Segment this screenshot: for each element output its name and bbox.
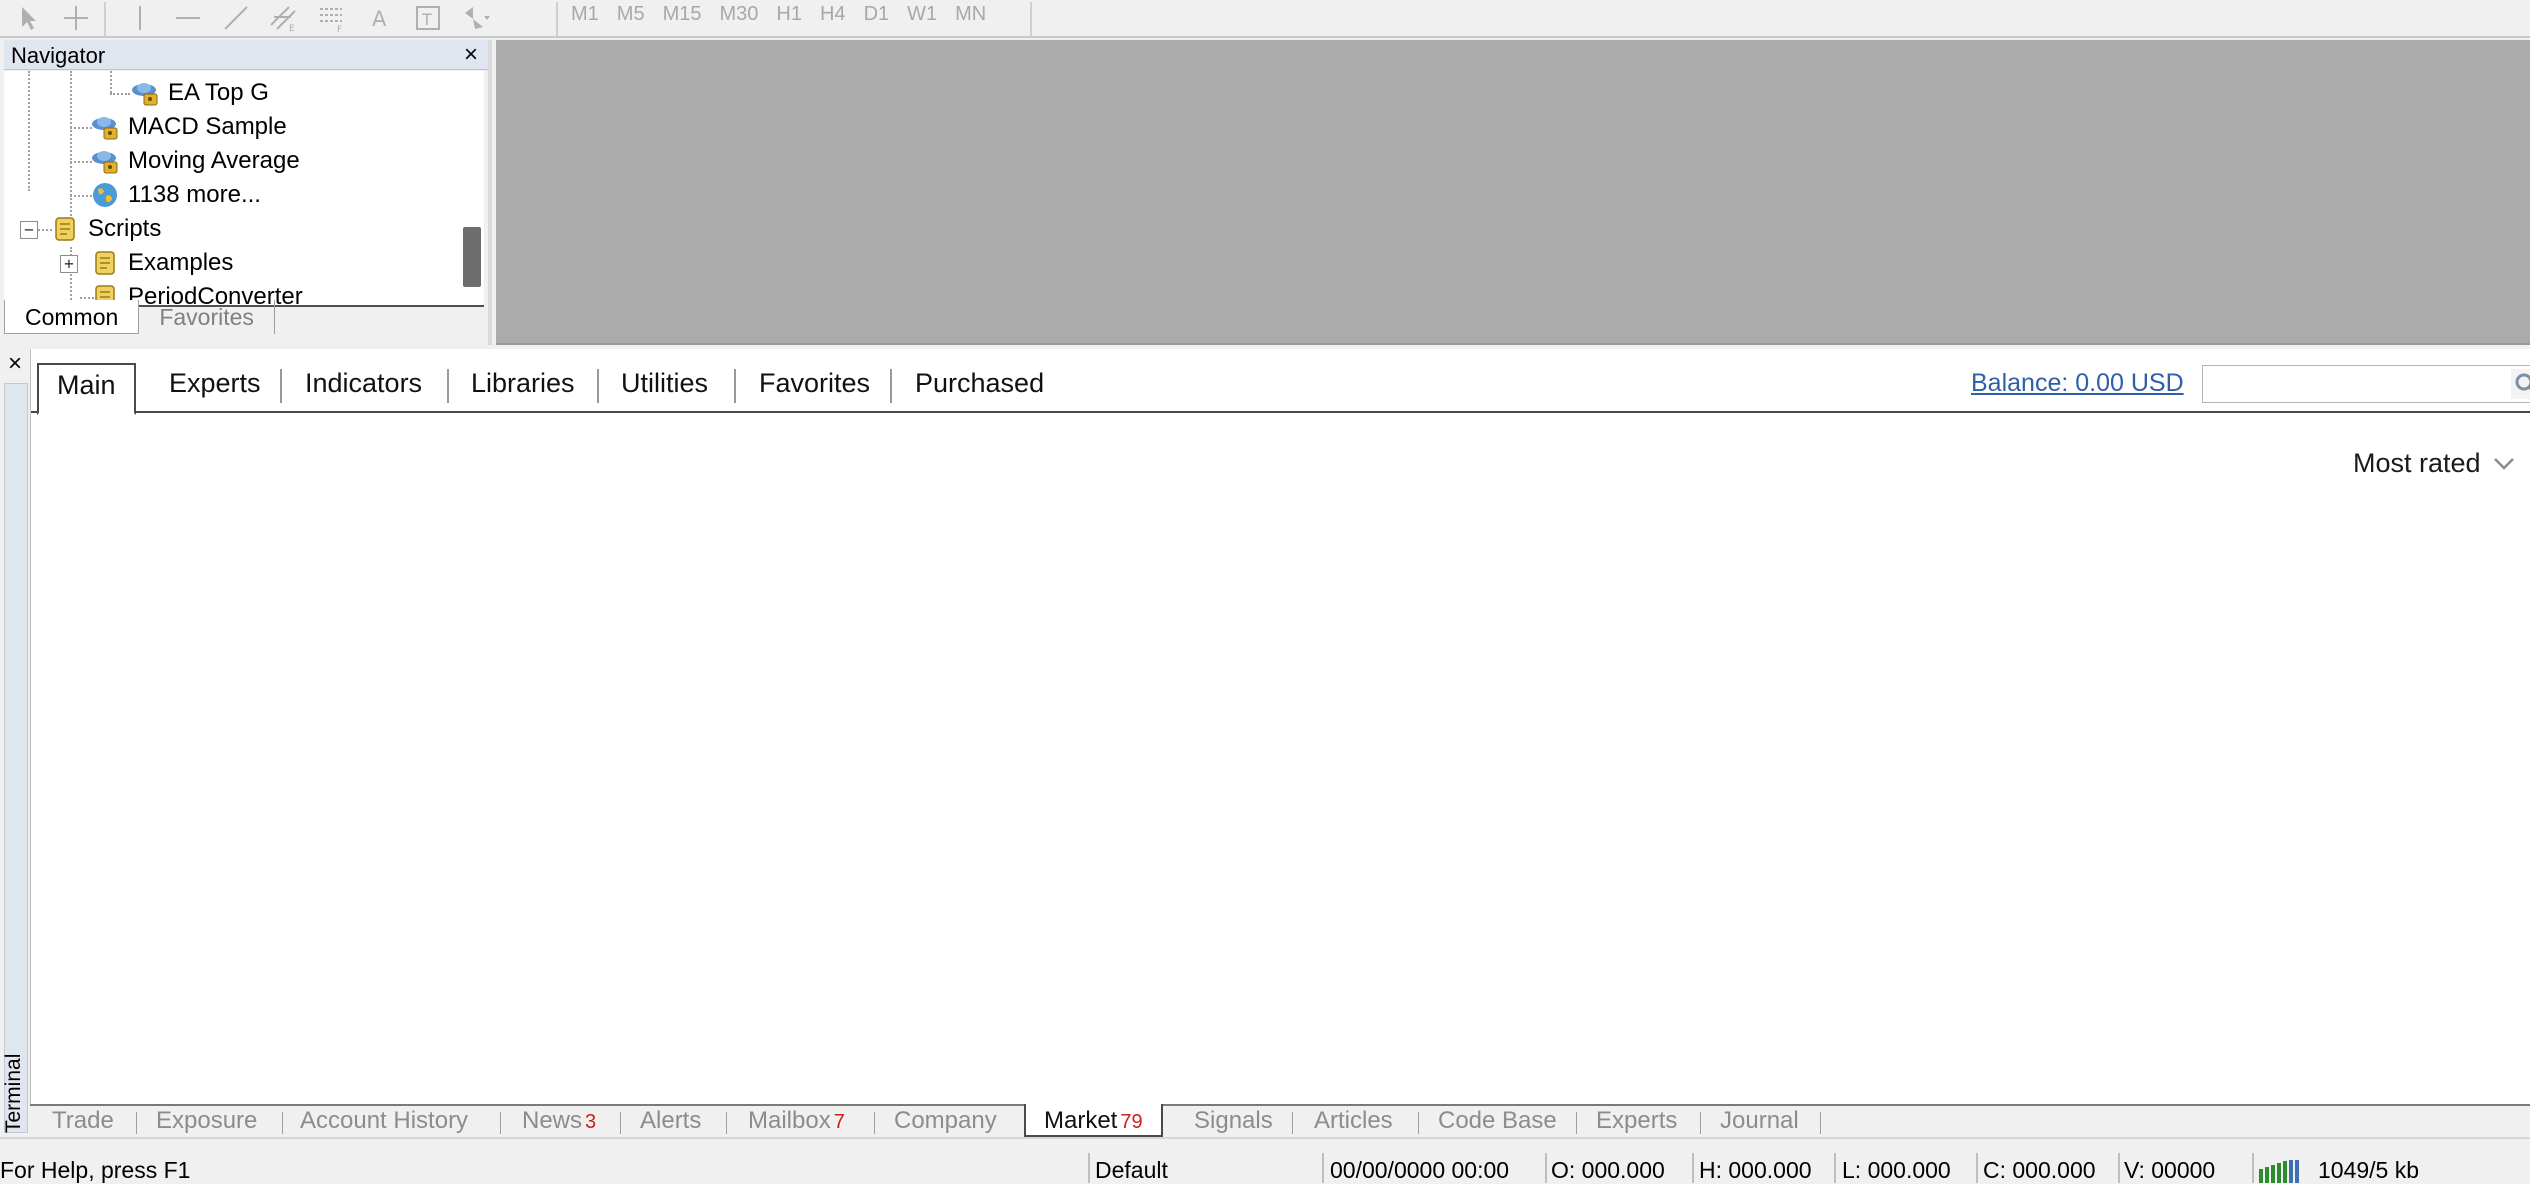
timeframe-m15[interactable]: M15	[654, 0, 711, 36]
status-high: H: 000.000	[1699, 1157, 1812, 1183]
status-profile[interactable]: Default	[1095, 1157, 1168, 1184]
status-help-text: For Help, press F1	[0, 1157, 191, 1183]
script-icon	[88, 246, 122, 280]
balance-link[interactable]: Balance: 0.00 USD	[1971, 369, 2184, 398]
expert-advisor-icon	[88, 144, 122, 178]
navigator-close-button[interactable]: ×	[464, 40, 478, 70]
navigator-header: Navigator ×	[4, 40, 488, 70]
market-tabbar: Main Experts Indicators Libraries Utilit…	[31, 349, 2530, 415]
svg-text:E: E	[289, 24, 295, 33]
timeframe-mn[interactable]: MN	[946, 0, 995, 36]
status-datetime: 00/00/0000 00:00	[1330, 1157, 1510, 1183]
terminal-tab-journal[interactable]: Journal	[1720, 1106, 1799, 1136]
status-volume: V: 00000	[2124, 1157, 2216, 1183]
news-badge: 3	[585, 1111, 597, 1133]
terminal-tab-market[interactable]: Market 79	[1024, 1104, 1163, 1137]
timeframe-m5[interactable]: M5	[608, 0, 654, 36]
vertical-line-icon[interactable]	[116, 0, 164, 36]
tree-item-examples[interactable]: Examples	[88, 246, 233, 280]
globe-icon	[88, 178, 122, 212]
terminal-tab-articles[interactable]: Articles	[1314, 1106, 1393, 1136]
search-icon[interactable]	[2511, 369, 2530, 399]
timeframe-h4[interactable]: H4	[811, 0, 855, 36]
connection-status-icon[interactable]	[2258, 1159, 2302, 1183]
text-label-icon[interactable]: T	[404, 0, 452, 36]
timeframe-d1[interactable]: D1	[855, 0, 899, 36]
terminal-tab-mailbox[interactable]: Mailbox 7	[748, 1106, 845, 1136]
script-icon	[48, 212, 82, 246]
terminal-tab-account-history[interactable]: Account History	[300, 1106, 468, 1136]
terminal-label: Terminal	[2, 1053, 25, 1133]
mailbox-badge: 7	[833, 1111, 845, 1133]
sort-dropdown[interactable]: Most rated	[2353, 448, 2515, 479]
market-tab-experts[interactable]: Experts	[169, 363, 261, 413]
navigator-tree: EA Top G MACD Sample Moving Average 1138…	[4, 71, 484, 307]
terminal-tab-company[interactable]: Company	[894, 1106, 997, 1136]
status-low: L: 000.000	[1842, 1157, 1951, 1183]
tree-item-more[interactable]: 1138 more...	[88, 178, 261, 212]
market-badge: 79	[1120, 1111, 1143, 1133]
terminal-tab-experts[interactable]: Experts	[1596, 1106, 1677, 1136]
drawing-tools: E F A T	[4, 0, 500, 36]
timeframe-w1[interactable]: W1	[898, 0, 946, 36]
navigator-scrollbar[interactable]	[460, 71, 484, 305]
expand-examples-button[interactable]: +	[60, 255, 78, 273]
terminal-drag-handle[interactable]	[4, 383, 28, 1133]
trendline-icon[interactable]	[212, 0, 260, 36]
timeframe-m1[interactable]: M1	[562, 0, 608, 36]
status-bar: For Help, press F1 Default 00/00/0000 00…	[0, 1137, 2530, 1184]
cursor-icon[interactable]	[4, 0, 52, 36]
tree-item-ea-top-g[interactable]: EA Top G	[128, 76, 269, 110]
terminal-panel: × Terminal Main Experts Indicators Libra…	[0, 349, 2530, 1137]
tree-item-scripts[interactable]: Scripts	[48, 212, 161, 246]
svg-text:F: F	[337, 25, 342, 33]
tree-item-macd-sample[interactable]: MACD Sample	[88, 110, 287, 144]
expert-advisor-icon	[128, 76, 162, 110]
status-close: C: 000.000	[1983, 1157, 2096, 1183]
scrollbar-thumb[interactable]	[463, 227, 481, 287]
timeframe-m30[interactable]: M30	[711, 0, 768, 36]
expert-advisor-icon	[88, 110, 122, 144]
market-tab-favorites[interactable]: Favorites	[759, 363, 870, 413]
terminal-tab-trade[interactable]: Trade	[52, 1106, 114, 1136]
chart-workspace[interactable]	[496, 40, 2530, 345]
terminal-tab-signals[interactable]: Signals	[1194, 1106, 1273, 1136]
svg-text:A: A	[372, 7, 387, 31]
market-panel: Main Experts Indicators Libraries Utilit…	[30, 349, 2530, 1104]
tab-common[interactable]: Common	[4, 300, 140, 334]
terminal-close-button[interactable]: ×	[2, 349, 28, 379]
terminal-tab-alerts[interactable]: Alerts	[640, 1106, 701, 1136]
market-tab-purchased[interactable]: Purchased	[915, 363, 1044, 413]
navigator-panel: Navigator × EA Top G MACD Sample Moving …	[0, 40, 492, 345]
toolbar: E F A T M1 M5 M15 M30 H1 H4 D1 W1 MN	[0, 0, 2530, 38]
collapse-scripts-button[interactable]: −	[20, 221, 38, 239]
terminal-tab-news[interactable]: News 3	[522, 1106, 596, 1136]
navigator-tabs: Common Favorites	[4, 300, 275, 338]
fibonacci-icon[interactable]: F	[308, 0, 356, 36]
terminal-sidebar: × Terminal	[0, 349, 30, 1137]
tab-favorites[interactable]: Favorites	[139, 300, 275, 334]
market-tab-utilities[interactable]: Utilities	[621, 363, 708, 413]
market-tab-main[interactable]: Main	[37, 363, 136, 415]
horizontal-line-icon[interactable]	[164, 0, 212, 36]
timeframe-toolbar: M1 M5 M15 M30 H1 H4 D1 W1 MN	[562, 0, 995, 36]
navigator-title: Navigator	[11, 43, 106, 68]
text-icon[interactable]: A	[356, 0, 404, 36]
tree-item-moving-average[interactable]: Moving Average	[88, 144, 300, 178]
terminal-tab-exposure[interactable]: Exposure	[156, 1106, 257, 1136]
status-open: O: 000.000	[1551, 1157, 1665, 1183]
svg-text:T: T	[421, 10, 432, 29]
status-traffic: 1049/5 kb	[2318, 1157, 2420, 1183]
chevron-down-icon	[2493, 457, 2514, 470]
equidistant-channel-icon[interactable]: E	[260, 0, 308, 36]
timeframe-h1[interactable]: H1	[767, 0, 811, 36]
terminal-tab-code-base[interactable]: Code Base	[1438, 1106, 1557, 1136]
market-search-input[interactable]	[2202, 365, 2530, 403]
terminal-tabbar: Trade Exposure Account History News 3 Ale…	[30, 1104, 2530, 1137]
sort-label: Most rated	[2353, 448, 2481, 478]
market-tab-indicators[interactable]: Indicators	[305, 363, 422, 413]
crosshair-icon[interactable]	[52, 0, 100, 36]
market-tab-libraries[interactable]: Libraries	[471, 363, 575, 413]
arrows-icon[interactable]	[452, 0, 500, 36]
